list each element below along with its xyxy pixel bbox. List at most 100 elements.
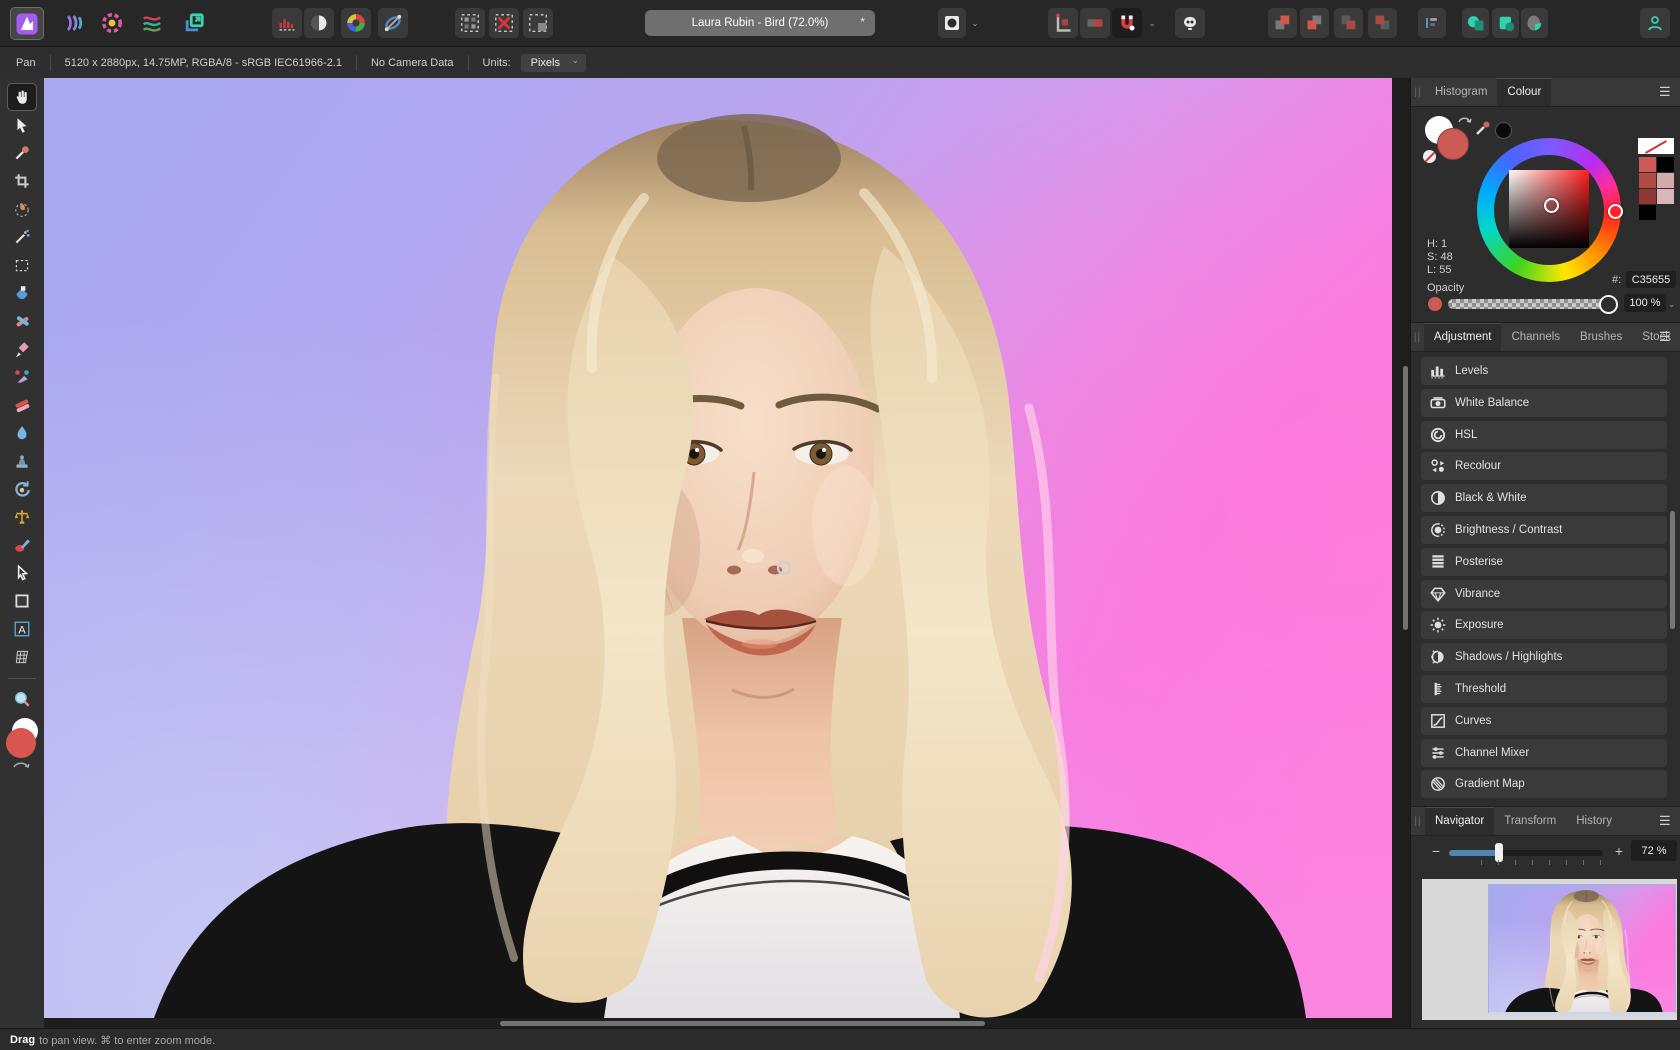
swatch-none[interactable] xyxy=(1638,138,1674,154)
erase-tool[interactable] xyxy=(8,308,36,334)
mesh-warp-tool[interactable] xyxy=(8,644,36,670)
adjustment-levels[interactable]: Levels xyxy=(1421,357,1667,385)
canvas-horizontal-scrollbar[interactable] xyxy=(500,1021,985,1026)
smudge-tool[interactable] xyxy=(8,532,36,558)
shape-tool[interactable] xyxy=(8,588,36,614)
snapping-chevron[interactable]: ⌄ xyxy=(1145,8,1159,38)
swatch[interactable] xyxy=(1639,173,1656,188)
arrange-forward-button[interactable] xyxy=(1300,8,1329,38)
swatch[interactable] xyxy=(1657,157,1674,172)
paint-brush-tool[interactable] xyxy=(8,336,36,362)
arrange-to-front-button[interactable] xyxy=(1268,8,1297,38)
nav-tab-navigator[interactable]: Navigator xyxy=(1425,807,1494,835)
swatch[interactable] xyxy=(1639,157,1656,172)
arrange-backward-button[interactable] xyxy=(1334,8,1363,38)
canvas-viewport[interactable] xyxy=(44,78,1410,1028)
insert-ontop-button[interactable] xyxy=(1521,8,1548,38)
assistant-button[interactable] xyxy=(1175,8,1205,38)
view-mode-chevron[interactable]: ⌄ xyxy=(968,8,982,38)
undo-brush-tool[interactable] xyxy=(8,476,36,502)
adjustment-exposure[interactable]: Exposure xyxy=(1421,611,1667,639)
opacity-slider-knob[interactable] xyxy=(1599,295,1618,314)
foreground-background-swatches[interactable] xyxy=(1411,78,1475,174)
photo-persona-button[interactable] xyxy=(10,7,44,40)
swap-well-icon[interactable] xyxy=(12,760,30,770)
colour-picker-icon[interactable] xyxy=(1473,118,1493,138)
auto-white-balance-button[interactable] xyxy=(378,8,408,38)
snapping-candidates-button[interactable] xyxy=(1080,8,1110,38)
navigator-preview[interactable] xyxy=(1422,879,1677,1020)
opacity-value[interactable]: 100 % xyxy=(1624,294,1666,312)
adjustment-brightness-contrast[interactable]: Brightness / Contrast xyxy=(1421,516,1667,544)
zoom-out-button[interactable]: − xyxy=(1428,844,1444,860)
navigator-thumbnail[interactable] xyxy=(1489,885,1675,1012)
navigator-panel-menu-icon[interactable]: ☰ xyxy=(1659,814,1675,828)
healing-brush-tool[interactable] xyxy=(8,392,36,418)
nav-tab-transform[interactable]: Transform xyxy=(1494,807,1566,835)
picked-colour-swatch[interactable] xyxy=(1495,122,1512,139)
swatch[interactable] xyxy=(1639,205,1656,220)
blur-tool[interactable] xyxy=(8,420,36,446)
account-button[interactable] xyxy=(1640,8,1670,38)
hue-marker[interactable] xyxy=(1608,204,1623,219)
zoom-in-button[interactable]: + xyxy=(1611,844,1627,860)
adjustment-posterise[interactable]: Posterise xyxy=(1421,548,1667,576)
panel-grip[interactable]: || xyxy=(1411,323,1424,351)
adjustment-white-balance[interactable]: White Balance xyxy=(1421,389,1667,417)
adjust-tab-channels[interactable]: Channels xyxy=(1501,323,1570,351)
swatch[interactable] xyxy=(1657,189,1674,204)
select-all-button[interactable] xyxy=(455,8,485,38)
crop-tool[interactable] xyxy=(8,168,36,194)
insert-behind-button[interactable] xyxy=(1462,8,1489,38)
dodge-burn-tool[interactable] xyxy=(8,504,36,530)
alignment-button[interactable] xyxy=(1418,8,1446,38)
selection-brush-tool[interactable] xyxy=(8,196,36,222)
adjustment-hsl[interactable]: HSL xyxy=(1421,421,1667,449)
colour-panel-menu-icon[interactable]: ☰ xyxy=(1659,85,1675,99)
adjust-tab-adjustment[interactable]: Adjustment xyxy=(1424,323,1502,351)
auto-colour-button[interactable] xyxy=(341,8,371,38)
insert-inside-button[interactable] xyxy=(1492,8,1519,38)
canvas-vertical-scrollbar[interactable] xyxy=(1403,366,1408,630)
deselect-button[interactable] xyxy=(489,8,519,38)
units-dropdown[interactable]: Pixels xyxy=(521,54,586,72)
liquify-persona-button[interactable] xyxy=(136,8,168,38)
nav-tab-history[interactable]: History xyxy=(1566,807,1622,835)
swatch[interactable] xyxy=(1657,173,1674,188)
document-canvas[interactable] xyxy=(44,78,1392,1018)
adjustment-channel-mixer[interactable]: Channel Mixer xyxy=(1421,739,1667,767)
adjust-tab-brushes[interactable]: Brushes xyxy=(1570,323,1632,351)
auto-contrast-button[interactable] xyxy=(304,8,334,38)
tone-mapping-persona-button[interactable] xyxy=(96,8,128,38)
adjustment-panel-menu-icon[interactable]: ☰ xyxy=(1659,330,1675,344)
view-tool[interactable] xyxy=(8,84,36,110)
zoom-value[interactable]: 72 % xyxy=(1631,840,1677,861)
view-mode-button[interactable] xyxy=(938,8,966,38)
auto-levels-button[interactable] xyxy=(272,8,302,38)
flood-fill-tool[interactable] xyxy=(8,280,36,306)
flood-select-tool[interactable] xyxy=(8,224,36,250)
opacity-slider[interactable] xyxy=(1448,299,1606,309)
arrange-to-back-button[interactable] xyxy=(1368,8,1397,38)
tool-colour-well[interactable] xyxy=(4,718,40,758)
zoom-tool[interactable] xyxy=(8,686,36,712)
adjustment-gradient-map[interactable]: Gradient Map xyxy=(1421,770,1667,798)
opacity-chevron[interactable]: ⌄ xyxy=(1668,299,1676,310)
zoom-slider-thumb[interactable] xyxy=(1495,843,1503,862)
marquee-tool[interactable] xyxy=(8,252,36,278)
text-tool[interactable]: A xyxy=(8,616,36,642)
snapping-toggle-button[interactable] xyxy=(1112,8,1142,38)
adjustment-curves[interactable]: Curves xyxy=(1421,707,1667,735)
foreground-colour-swatch[interactable] xyxy=(1437,128,1469,160)
foreground-colour-well[interactable] xyxy=(6,728,36,758)
adjustment-recolour[interactable]: Recolour xyxy=(1421,452,1667,480)
clone-stamp-tool[interactable] xyxy=(8,448,36,474)
develop-persona-button[interactable] xyxy=(56,8,88,38)
adjustment-shadows-highlights[interactable]: Shadows / Highlights xyxy=(1421,643,1667,671)
adjustment-black-white[interactable]: Black & White xyxy=(1421,484,1667,512)
move-tool[interactable] xyxy=(8,112,36,138)
panel-grip[interactable]: || xyxy=(1411,807,1425,835)
adjustment-scrollbar[interactable] xyxy=(1670,511,1675,629)
swatch[interactable] xyxy=(1639,189,1656,204)
colour-replacement-tool[interactable] xyxy=(8,364,36,390)
